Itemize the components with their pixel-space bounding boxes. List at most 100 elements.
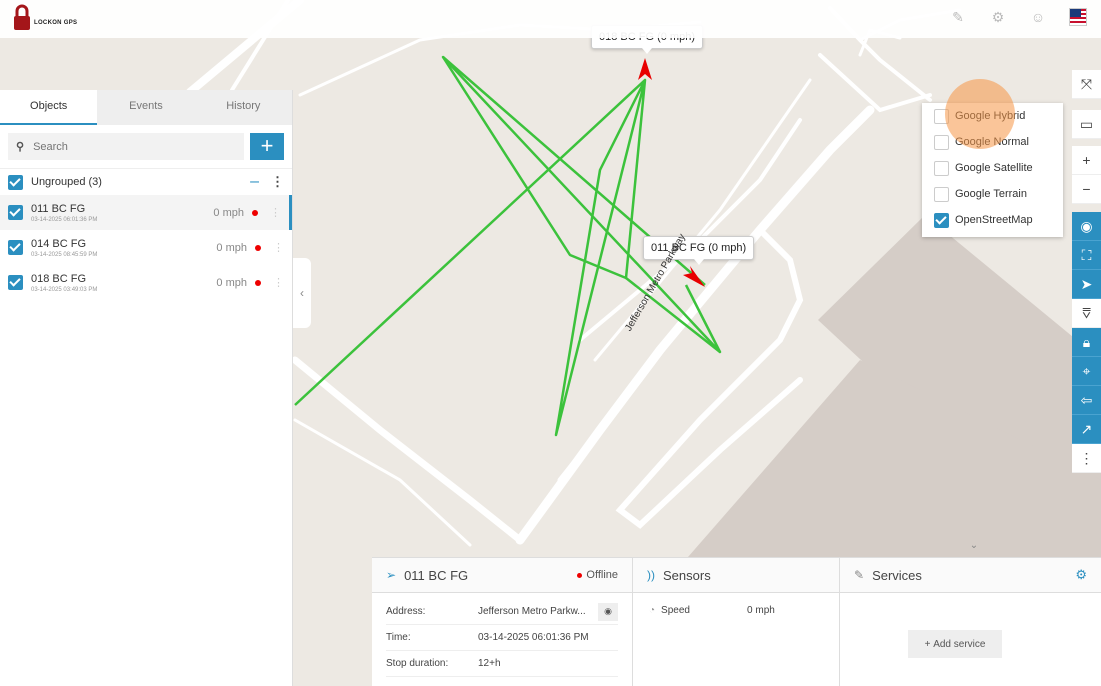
sensors-title: Sensors: [663, 567, 711, 583]
object-time: 03-14-2025 03:49:03 PM: [31, 286, 98, 293]
status-dot: [255, 244, 261, 251]
search-field: ⚲: [8, 133, 244, 160]
us-flag-icon[interactable]: [1069, 8, 1087, 26]
top-bar: LOCKON GPS ✎ ⚙ ☺: [0, 0, 1101, 38]
add-service-button[interactable]: + Add service: [908, 630, 1002, 658]
object-menu-button[interactable]: ⋮: [273, 241, 284, 254]
zoom-in-button[interactable]: +: [1072, 146, 1101, 175]
logo[interactable]: LOCKON GPS: [12, 4, 77, 32]
tool-button-4[interactable]: ⩢: [1072, 299, 1101, 328]
send-icon: ↗: [1080, 420, 1093, 437]
tool-button-1[interactable]: ◉: [1072, 212, 1101, 241]
logo-text: LOCKON GPS: [34, 20, 78, 26]
layer-label: OpenStreetMap: [955, 214, 1033, 226]
layer-checkbox[interactable]: [934, 160, 949, 176]
search-icon: ⚲: [16, 141, 25, 153]
layer-checkbox[interactable]: [934, 134, 949, 150]
tool-button-5[interactable]: 🔒︎: [1072, 328, 1101, 357]
detail-key: Time:: [386, 632, 411, 643]
tool-button-3[interactable]: ➤: [1072, 270, 1101, 299]
tab-history[interactable]: History: [195, 90, 292, 125]
layer-google-terrain[interactable]: Google Terrain: [922, 181, 1063, 207]
status-badge: Offline: [577, 569, 618, 581]
object-name: 011 BC FG: [31, 202, 86, 215]
object-row[interactable]: 018 BC FG 03-14-2025 03:49:03 PM 0 mph ⋮: [0, 265, 292, 300]
lock-logo-icon: [14, 4, 30, 30]
layer-checkbox[interactable]: [934, 186, 949, 202]
layer-checkbox[interactable]: [934, 212, 949, 228]
detail-row: Time: 03-14-2025 06:01:36 PM: [386, 625, 618, 651]
layer-label: Google Satellite: [955, 162, 1033, 174]
map-icon: ▭: [1079, 115, 1094, 132]
search-input[interactable]: [33, 140, 234, 153]
sensors-panel: )) Sensors ◔ Speed 0 mph: [633, 558, 840, 686]
sensor-value: 0 mph: [747, 605, 775, 616]
lock-icon: 🔒︎: [1082, 333, 1091, 350]
object-name: 018 BC FG: [31, 272, 87, 285]
user-icon[interactable]: ☺: [1029, 8, 1047, 26]
object-checkbox[interactable]: [8, 240, 23, 255]
panel-collapse-handle[interactable]: ‹: [293, 258, 311, 328]
tool-button-2[interactable]: ⛶: [1072, 241, 1101, 270]
group-checkbox[interactable]: [8, 174, 23, 190]
vehicle-tooltip-011: 011 BC FG (0 mph): [643, 236, 755, 265]
gear-icon[interactable]: ⚙: [1075, 567, 1087, 583]
speedometer-icon: ◔: [649, 605, 656, 616]
tool-button-6[interactable]: ⌖: [1072, 357, 1101, 386]
tool-button-7[interactable]: ⇦: [1072, 386, 1101, 415]
detail-key: Address:: [386, 606, 426, 617]
object-checkbox[interactable]: [8, 275, 23, 290]
layer-label: Google Hybrid: [955, 110, 1026, 122]
tab-objects[interactable]: Objects: [0, 90, 98, 125]
sensor-key: Speed: [661, 605, 690, 616]
panel-tabs: Objects Events History: [0, 90, 292, 125]
gear-icon[interactable]: ⚙: [989, 8, 1007, 26]
object-menu-button[interactable]: ⋮: [273, 276, 284, 289]
layer-google-hybrid[interactable]: Google Hybrid: [922, 103, 1063, 129]
traffic-light-icon: ⋮: [1079, 449, 1094, 466]
map-layers-button[interactable]: ▭: [1072, 110, 1101, 139]
vehicle-marker-018: [638, 58, 652, 80]
group-row[interactable]: Ungrouped (3) – ⋮: [0, 168, 292, 195]
detail-row: Address: Jefferson Metro Parkw... ◉: [386, 599, 618, 625]
detail-key: Stop duration:: [386, 658, 449, 669]
collapse-group-button[interactable]: –: [250, 173, 259, 191]
object-title: 011 BC FG: [404, 567, 469, 583]
object-speed: 0 mph: [213, 206, 244, 219]
object-details-panel: ➢ 011 BC FG Offline Address: Jefferson M…: [372, 558, 633, 686]
object-row[interactable]: 014 BC FG 03-14-2025 08:45:59 PM 0 mph ⋮: [0, 230, 292, 265]
add-object-button[interactable]: +: [250, 133, 284, 160]
object-row[interactable]: 011 BC FG 03-14-2025 06:01:36 PM 0 mph ⋮: [0, 195, 292, 230]
object-name: 014 BC FG: [31, 237, 87, 250]
offline-dot: [577, 572, 583, 578]
wrench-icon: ✎: [854, 568, 865, 582]
layer-checkbox[interactable]: [934, 108, 949, 124]
route-icon: ⩢: [1082, 304, 1091, 321]
signal-icon: )): [647, 568, 655, 582]
tool-button-8[interactable]: ↗: [1072, 415, 1101, 444]
tab-events[interactable]: Events: [97, 90, 194, 125]
services-panel: ✎ Services ⚙ + Add service: [840, 558, 1101, 686]
layer-label: Google Terrain: [955, 188, 1027, 200]
tool-button-9[interactable]: ⋮: [1072, 444, 1101, 473]
navigation-icon: ➢: [386, 568, 397, 582]
layer-google-satellite[interactable]: Google Satellite: [922, 155, 1063, 181]
zoom-out-button[interactable]: −: [1072, 175, 1101, 204]
object-checkbox[interactable]: [8, 205, 23, 220]
wrench-icon[interactable]: ✎: [949, 8, 967, 26]
group-label: Ungrouped (3): [31, 176, 102, 188]
object-menu-button[interactable]: ⋮: [270, 206, 281, 219]
detail-row: Stop duration: 12+h: [386, 651, 618, 677]
eye-icon[interactable]: ◉: [598, 602, 618, 621]
circle-icon: ◉: [1080, 217, 1093, 234]
fullscreen-button[interactable]: ⤧: [1072, 70, 1101, 99]
sensor-row: ◔ Speed 0 mph: [633, 593, 839, 628]
minus-icon: −: [1082, 181, 1091, 197]
chevron-down-icon[interactable]: ⌄: [964, 540, 984, 554]
status-dot: [255, 279, 261, 286]
bottom-panel: ➢ 011 BC FG Offline Address: Jefferson M…: [372, 557, 1101, 686]
layer-openstreetmap[interactable]: OpenStreetMap: [922, 207, 1063, 233]
layer-google-normal[interactable]: Google Normal: [922, 129, 1063, 155]
object-time: 03-14-2025 06:01:36 PM: [31, 216, 98, 223]
group-menu-button[interactable]: ⋮: [271, 174, 284, 190]
